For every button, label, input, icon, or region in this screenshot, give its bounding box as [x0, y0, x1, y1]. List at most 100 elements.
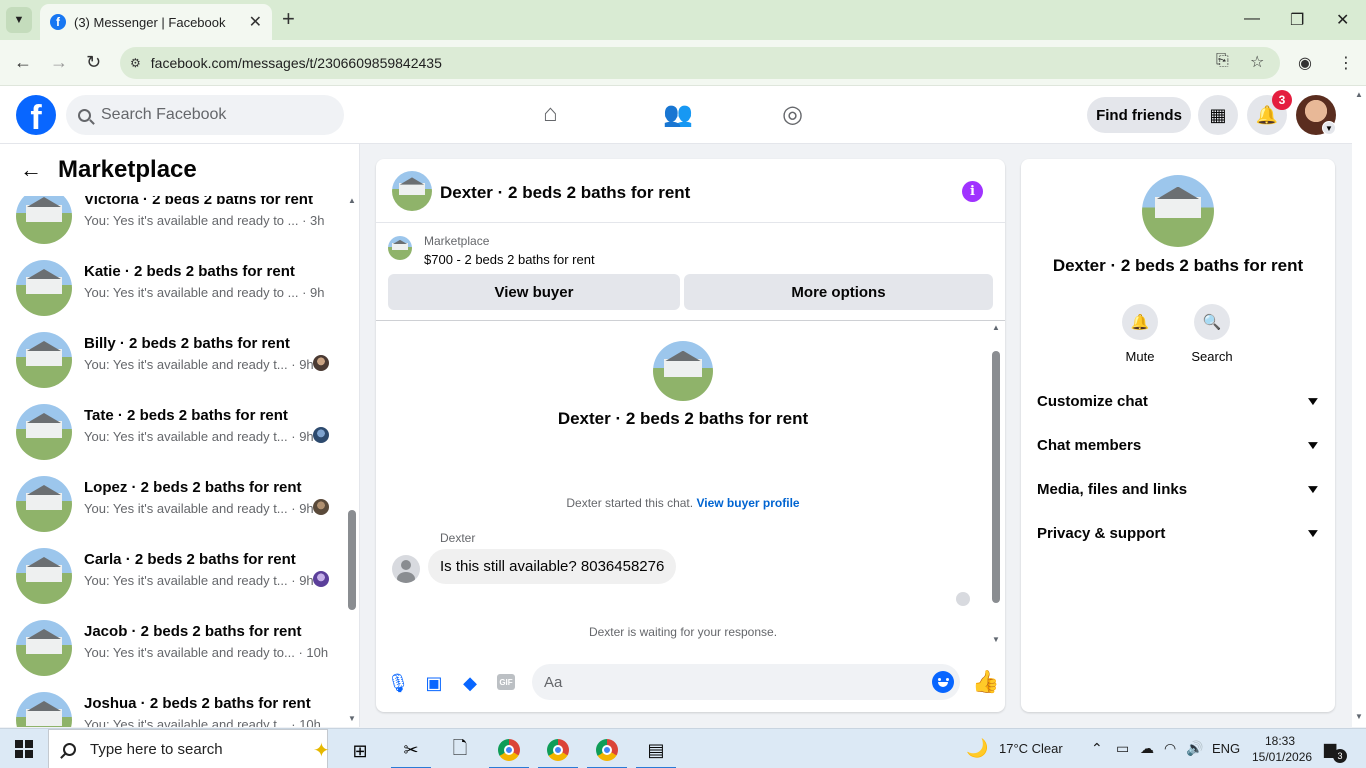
- thread-scrollbar[interactable]: ▲ ▼: [989, 321, 1003, 651]
- show-hidden-icons-chevron-icon[interactable]: ⌃: [1091, 740, 1103, 757]
- back-arrow-icon[interactable]: ←: [20, 157, 42, 183]
- microphone-icon[interactable]: 🎙: [387, 672, 410, 694]
- notepad-icon[interactable]: 🗋: [440, 733, 480, 768]
- forward-button[interactable]: →: [50, 52, 68, 72]
- thumbs-up-icon[interactable]: 👍: [972, 669, 999, 695]
- gif-icon[interactable]: GIF: [497, 674, 515, 690]
- site-settings-icon[interactable]: ⚙: [130, 56, 141, 70]
- search-action[interactable]: 🔍 Search: [1182, 304, 1242, 364]
- new-tab-button[interactable]: +: [282, 8, 295, 30]
- input-language[interactable]: ENG: [1212, 741, 1240, 756]
- chrome-profile-3-icon[interactable]: [587, 733, 627, 768]
- close-window-button[interactable]: ✕: [1336, 10, 1349, 30]
- thread-title: Dexter · 2 beds 2 baths for rent: [557, 409, 809, 428]
- conversation-list-scrollbar[interactable]: ▲ ▼: [345, 196, 359, 727]
- privacy-support-section[interactable]: Privacy & support ▼: [1037, 513, 1321, 553]
- browser-tab-messenger[interactable]: f (3) Messenger | Facebook ✕: [40, 4, 272, 40]
- search-highlight-icon: ✦: [313, 740, 330, 762]
- conversation-item[interactable]: Katie · 2 beds 2 baths for rent You: Yes…: [0, 252, 345, 324]
- scroll-up-arrow-icon[interactable]: ▲: [1355, 90, 1363, 99]
- chat-title[interactable]: Dexter · 2 beds 2 baths for rent: [440, 183, 690, 203]
- chevron-down-icon: ▼: [1304, 482, 1322, 496]
- conversation-info-icon[interactable]: i: [962, 181, 983, 202]
- close-tab-icon[interactable]: ✕: [249, 12, 262, 32]
- waiting-notice: Dexter is waiting for your response.: [588, 625, 778, 639]
- browser-window-icon[interactable]: ▤: [636, 733, 676, 768]
- chrome-profile-1-icon[interactable]: [489, 733, 529, 768]
- wifi-icon[interactable]: ◠: [1164, 740, 1176, 757]
- message-bubble[interactable]: Is this still available? 8036458276: [428, 549, 677, 584]
- scroll-down-arrow-icon[interactable]: ▼: [992, 635, 1000, 644]
- profile-icon[interactable]: ◉: [1298, 53, 1312, 73]
- menu-grid-icon[interactable]: ▦: [1198, 95, 1238, 135]
- panel-title: Marketplace: [58, 156, 197, 183]
- listing-price-title[interactable]: $700 - 2 beds 2 baths for rent: [424, 252, 595, 267]
- install-app-icon[interactable]: ⎘: [1216, 52, 1229, 70]
- conversation-item[interactable]: Jacob · 2 beds 2 baths for rent You: Yes…: [0, 612, 345, 684]
- conversation-name: Jacob · 2 beds 2 baths for rent: [84, 623, 302, 640]
- minimize-window-button[interactable]: —: [1244, 10, 1260, 28]
- chat-listing-thumbnail[interactable]: [392, 171, 432, 211]
- media-files-links-section[interactable]: Media, files and links ▼: [1037, 469, 1322, 509]
- thread-listing-thumbnail: [653, 341, 713, 401]
- task-view-icon[interactable]: ⊞: [340, 733, 380, 768]
- restore-window-button[interactable]: ❐: [1290, 10, 1304, 30]
- taskbar-search-box[interactable]: Type here to search ✦: [48, 729, 330, 768]
- groups-icon[interactable]: ◎: [782, 100, 803, 129]
- sticker-icon[interactable]: ◆: [459, 672, 481, 694]
- chat-header: Dexter · 2 beds 2 baths for rent i: [376, 159, 1005, 223]
- page-scrollbar[interactable]: ▲ ▼: [1352, 86, 1366, 727]
- windows-start-icon[interactable]: [15, 740, 33, 758]
- address-bar[interactable]: ⚙ facebook.com/messages/t/23066098598424…: [120, 47, 1280, 79]
- scrollbar-thumb[interactable]: [348, 510, 356, 610]
- seen-avatar: [313, 427, 329, 443]
- scroll-down-arrow-icon[interactable]: ▼: [348, 714, 356, 723]
- mute-label: Mute: [1125, 349, 1155, 364]
- facebook-logo[interactable]: f: [16, 95, 56, 135]
- customize-chat-section[interactable]: Customize chat ▼: [1037, 381, 1321, 421]
- chat-members-section[interactable]: Chat members ▼: [1037, 425, 1321, 465]
- conversation-preview: You: Yes it's available and ready t... ·…: [84, 357, 314, 372]
- conversation-name: Katie · 2 beds 2 baths for rent: [84, 263, 295, 280]
- message-input[interactable]: [532, 664, 960, 700]
- find-friends-button[interactable]: Find friends: [1087, 97, 1191, 133]
- conversation-item[interactable]: Carla · 2 beds 2 baths for rent You: Yes…: [0, 540, 345, 612]
- scroll-down-arrow-icon[interactable]: ▼: [1355, 712, 1363, 721]
- weather-text[interactable]: 17°C Clear: [999, 741, 1063, 756]
- conversation-item[interactable]: Lopez · 2 beds 2 baths for rent You: Yes…: [0, 468, 345, 540]
- view-buyer-button[interactable]: View buyer: [388, 274, 680, 310]
- sender-name: Dexter: [440, 531, 476, 545]
- taskbar-search-placeholder: Type here to search: [90, 740, 223, 758]
- conversation-item[interactable]: Joshua · 2 beds 2 baths for rent You: Ye…: [0, 684, 345, 727]
- sender-avatar[interactable]: [392, 555, 420, 583]
- conversation-item[interactable]: Billy · 2 beds 2 baths for rent You: Yes…: [0, 324, 345, 396]
- chrome-profile-2-icon[interactable]: [538, 733, 578, 768]
- taskbar-clock[interactable]: 18:33 15/01/2026: [1252, 733, 1312, 765]
- emoji-icon[interactable]: [932, 671, 954, 693]
- listing-thumbnail: [16, 476, 72, 532]
- friends-icon[interactable]: 👥: [663, 100, 693, 129]
- bookmark-star-icon[interactable]: ☆: [1250, 52, 1264, 72]
- search-icon[interactable]: 🔍: [1194, 304, 1230, 340]
- conversation-preview: You: Yes it's available and ready to... …: [84, 645, 329, 660]
- tab-search-menu-button[interactable]: ▼: [6, 7, 32, 33]
- onedrive-icon[interactable]: ☁: [1140, 740, 1154, 757]
- view-buyer-profile-link[interactable]: View buyer profile: [696, 496, 799, 510]
- more-options-button[interactable]: More options: [684, 274, 993, 310]
- chevron-down-icon[interactable]: ▼: [1322, 121, 1336, 135]
- volume-icon[interactable]: 🔊: [1186, 740, 1203, 757]
- scroll-up-arrow-icon[interactable]: ▲: [992, 323, 1000, 332]
- bell-icon[interactable]: 🔔: [1122, 304, 1158, 340]
- scroll-up-arrow-icon[interactable]: ▲: [348, 196, 356, 205]
- browser-menu-icon[interactable]: ⋮: [1338, 53, 1354, 73]
- photo-attach-icon[interactable]: ▣: [423, 672, 445, 694]
- scrollbar-thumb[interactable]: [992, 351, 1000, 603]
- back-button[interactable]: ←: [14, 52, 32, 72]
- mute-action[interactable]: 🔔 Mute: [1110, 304, 1170, 364]
- home-icon[interactable]: ⌂: [543, 100, 558, 128]
- snipping-tool-icon[interactable]: ✂: [391, 733, 431, 768]
- meet-icon[interactable]: ▭: [1116, 740, 1129, 757]
- facebook-search-input[interactable]: Search Facebook: [66, 95, 344, 135]
- reload-button[interactable]: ↻: [86, 52, 101, 72]
- conversation-item[interactable]: Tate · 2 beds 2 baths for rent You: Yes …: [0, 396, 345, 468]
